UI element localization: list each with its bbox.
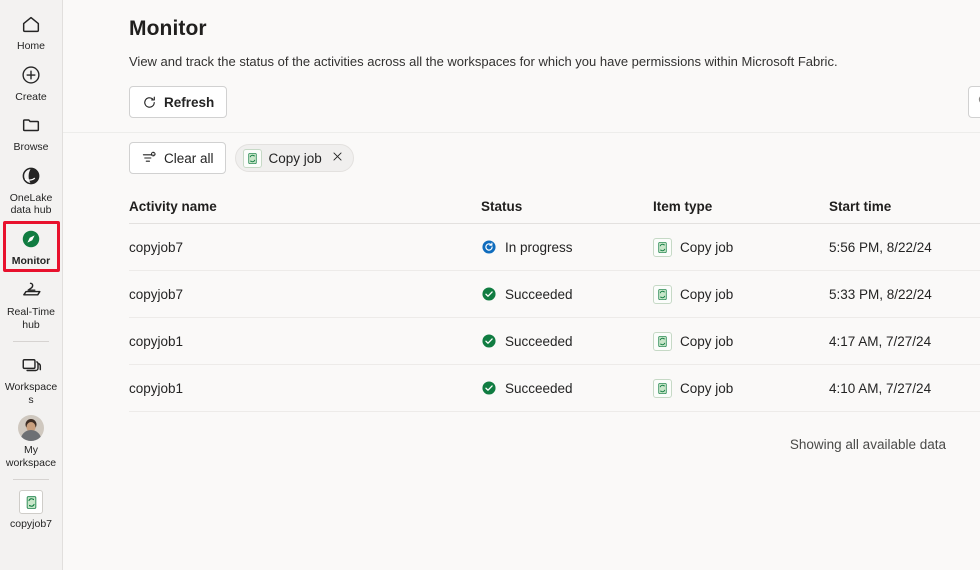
command-toolbar: Refresh	[129, 86, 980, 124]
sidebar-divider	[13, 341, 49, 342]
sidebar-item-browse[interactable]: Browse	[2, 107, 60, 158]
succeeded-icon	[481, 380, 497, 396]
cell-status: Succeeded	[481, 286, 653, 302]
sidebar-item-copyjob7[interactable]: copyjob7	[2, 485, 60, 535]
sidebar-item-real-time-hub[interactable]: Real-Time hub	[2, 272, 60, 335]
cell-item-type: Copy job	[653, 378, 829, 398]
cell-item-type-label: Copy job	[680, 286, 734, 302]
sidebar-item-label: Workspaces	[4, 381, 58, 406]
toolbar-separator	[63, 132, 980, 133]
column-header-start-time[interactable]: Start time	[829, 199, 980, 214]
column-header-activity-name[interactable]: Activity name	[129, 199, 481, 214]
cell-status: Succeeded	[481, 333, 653, 349]
cell-status: Succeeded	[481, 380, 653, 396]
sidebar-item-label: Home	[16, 40, 45, 52]
close-icon[interactable]	[331, 150, 344, 166]
active-filter-label: Copy job	[268, 150, 322, 166]
table-row[interactable]: copyjob1 Succeeded	[129, 365, 980, 412]
cell-status-label: Succeeded	[505, 380, 573, 396]
monitor-compass-icon	[18, 226, 44, 252]
app-window: Home Create Browse OneLake data hub Moni…	[0, 0, 980, 570]
cell-status-label: Succeeded	[505, 333, 573, 349]
search-button[interactable]	[968, 86, 980, 118]
active-filter-pill-copy-job[interactable]: Copy job	[234, 144, 354, 172]
clear-all-button[interactable]: Clear all	[129, 142, 226, 174]
activities-table: Activity name Status Item type Start tim…	[129, 190, 980, 412]
succeeded-icon	[481, 333, 497, 349]
sidebar-item-label: OneLake data hub	[9, 191, 53, 217]
page-subtitle: View and track the status of the activit…	[129, 54, 838, 69]
sidebar-item-create[interactable]: Create	[2, 57, 60, 108]
real-time-hub-icon	[18, 277, 44, 303]
sidebar-item-label: My workspace	[5, 444, 57, 469]
clear-filter-icon	[141, 150, 157, 166]
copy-job-icon	[19, 490, 43, 514]
search-icon	[977, 93, 980, 111]
cell-item-type-label: Copy job	[680, 333, 734, 349]
cell-activity-name: copyjob7	[129, 286, 184, 302]
cell-item-type: Copy job	[653, 284, 829, 304]
home-icon	[18, 11, 44, 37]
left-navigation-sidebar: Home Create Browse OneLake data hub Moni…	[0, 0, 63, 570]
cell-start-time: 4:10 AM, 7/27/24	[829, 380, 932, 396]
cell-activity-name: copyjob1	[129, 380, 184, 396]
sidebar-item-label: Create	[15, 90, 47, 103]
copy-job-icon	[653, 237, 672, 257]
cell-item-type: Copy job	[653, 237, 829, 257]
workspaces-icon	[18, 352, 44, 378]
clear-all-label: Clear all	[164, 150, 214, 166]
table-header-row: Activity name Status Item type Start tim…	[129, 190, 980, 224]
page-title: Monitor	[129, 17, 207, 40]
folder-icon	[18, 112, 44, 138]
refresh-icon	[142, 95, 157, 110]
cell-start-time: 4:17 AM, 7/27/24	[829, 333, 932, 349]
plus-circle-icon	[18, 62, 44, 88]
in-progress-icon	[481, 239, 497, 255]
copy-job-icon	[653, 378, 672, 398]
table-row[interactable]: copyjob7 Succeeded Copy job 5:33 PM, 8/2…	[129, 271, 980, 318]
sidebar-item-workspaces[interactable]: Workspaces	[2, 347, 60, 410]
sidebar-item-label: Browse	[13, 141, 49, 153]
cell-status: In progress	[481, 239, 653, 255]
cell-start-time: 5:56 PM, 8/22/24	[829, 239, 932, 255]
column-header-status[interactable]: Status	[481, 199, 653, 214]
copy-job-icon	[653, 331, 672, 351]
copy-job-icon	[242, 148, 262, 168]
sidebar-item-label: Real-Time hub	[6, 306, 56, 331]
sidebar-item-label: Monitor	[11, 254, 51, 267]
refresh-button-label: Refresh	[164, 94, 215, 110]
cell-status-label: In progress	[505, 239, 573, 255]
showing-data-note: Showing all available data	[789, 437, 946, 452]
copy-job-icon	[653, 284, 672, 304]
sidebar-divider	[13, 479, 49, 480]
cell-item-type-label: Copy job	[680, 380, 734, 396]
onelake-icon	[18, 163, 44, 189]
cell-item-type: Copy job	[653, 331, 829, 351]
sidebar-item-label: copyjob7	[9, 518, 53, 530]
filter-bar: Clear all Copy job	[129, 142, 354, 174]
table-row[interactable]: copyjob7 In progress Copy job 5:56 PM, 8…	[129, 224, 980, 271]
succeeded-icon	[481, 286, 497, 302]
cell-activity-name: copyjob1	[129, 333, 184, 349]
table-row[interactable]: copyjob1 Succeeded	[129, 318, 980, 365]
column-header-item-type[interactable]: Item type	[653, 199, 829, 214]
user-avatar	[18, 415, 44, 441]
toolbar-right-group	[968, 86, 980, 118]
cell-item-type-label: Copy job	[680, 239, 734, 255]
refresh-button[interactable]: Refresh	[129, 86, 228, 118]
cell-activity-name: copyjob7	[129, 239, 184, 255]
sidebar-item-onelake-data-hub[interactable]: OneLake data hub	[2, 158, 60, 221]
cell-start-time: 5:33 PM, 8/22/24	[829, 286, 932, 302]
sidebar-item-home[interactable]: Home	[2, 6, 60, 57]
monitor-main-content: Monitor View and track the status of the…	[63, 0, 980, 570]
cell-status-label: Succeeded	[505, 286, 573, 302]
sidebar-item-monitor[interactable]: Monitor	[2, 220, 60, 272]
sidebar-item-my-workspace[interactable]: My workspace	[2, 410, 60, 473]
